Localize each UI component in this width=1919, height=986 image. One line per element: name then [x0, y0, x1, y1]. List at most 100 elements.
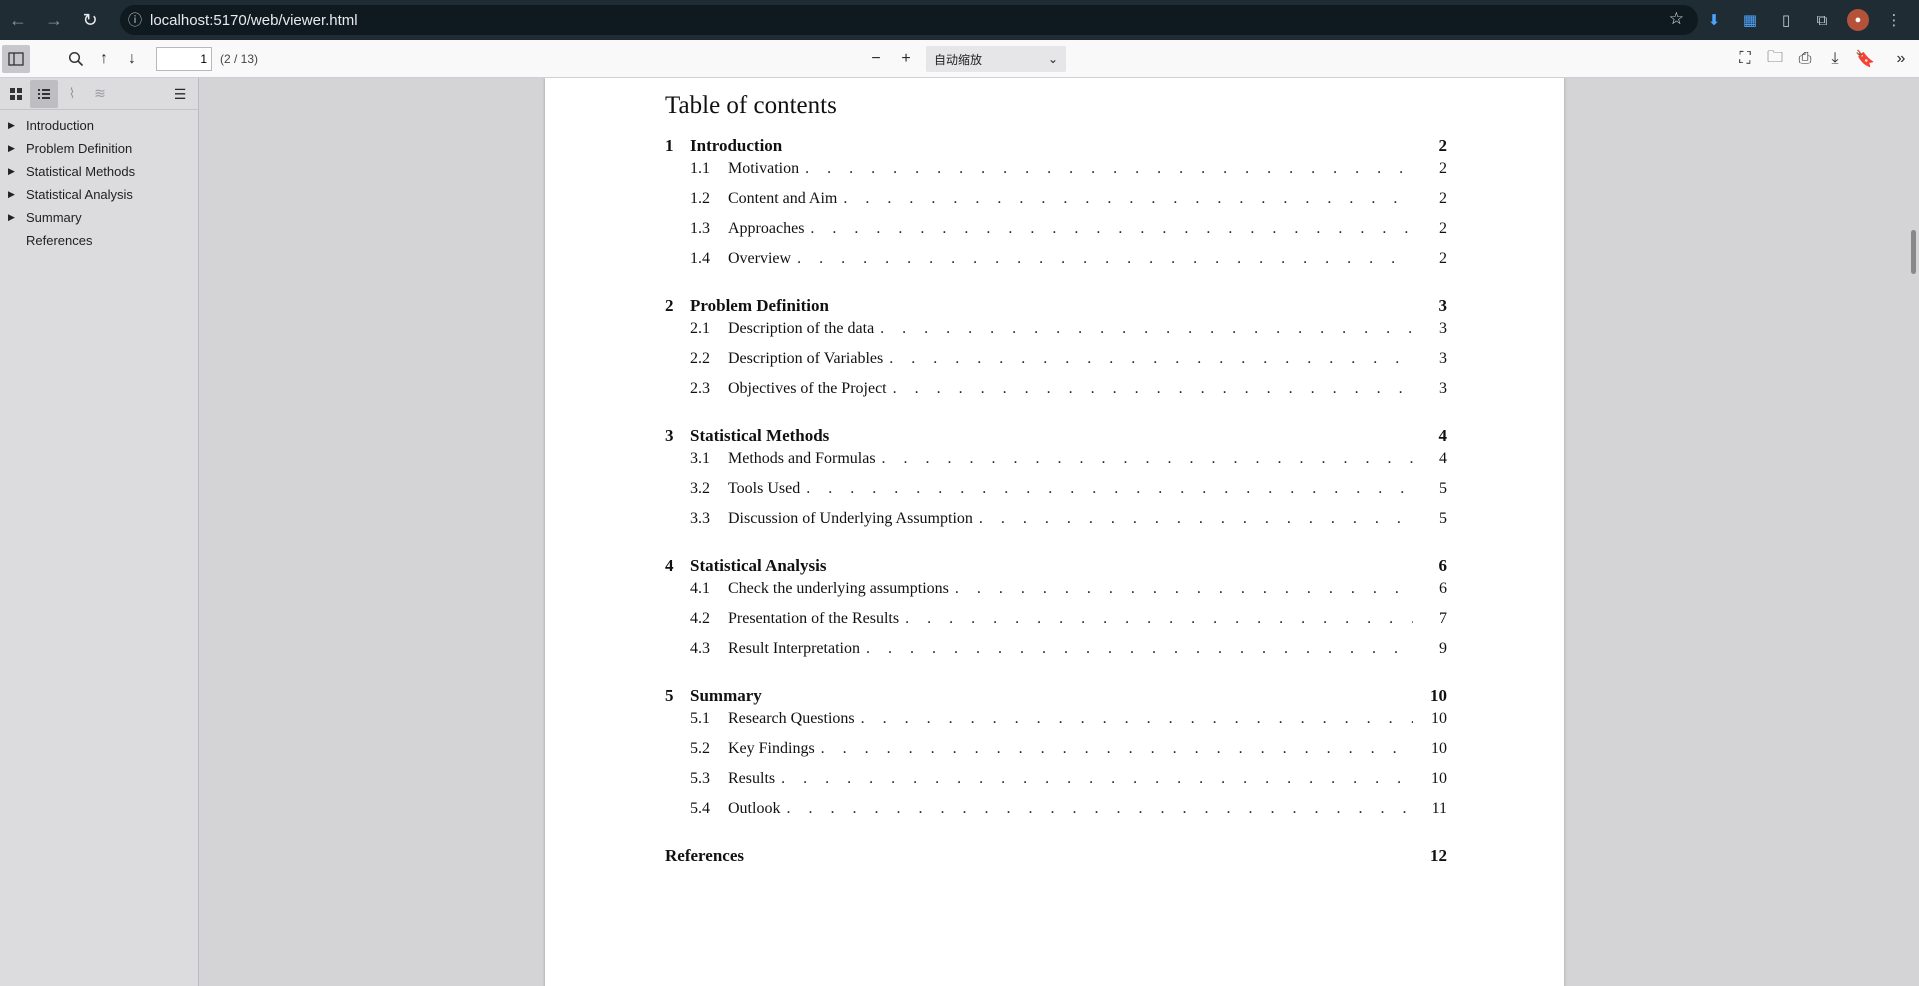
toc-subsection-title[interactable]: Approaches	[728, 220, 810, 238]
expand-triangle-icon[interactable]: ▶	[8, 166, 26, 177]
toc-section-number[interactable]: 1	[665, 136, 690, 156]
toc-section-number[interactable]: 5	[665, 686, 690, 706]
back-icon[interactable]: ←	[0, 2, 36, 38]
toc-subsection-number[interactable]: 5.2	[690, 740, 728, 758]
toc-subsection-page[interactable]: 3	[1413, 350, 1447, 368]
outline-item-statistical-methods[interactable]: ▶ Statistical Methods	[0, 160, 198, 183]
sidebar-toggle-icon[interactable]	[2, 44, 30, 73]
toc-subsection-page[interactable]: 7	[1413, 610, 1447, 628]
toc-section-row[interactable]: 4 Statistical Analysis 6	[665, 556, 1447, 580]
toc-subsection-title[interactable]: Result Interpretation	[728, 640, 866, 658]
toc-section-row[interactable]: 1 Introduction 2	[665, 136, 1447, 160]
toc-subsection-row[interactable]: 2.3Objectives of the Project 3	[665, 380, 1447, 410]
toc-section-title[interactable]: Problem Definition	[690, 296, 1407, 316]
toc-subsection-title[interactable]: Outlook	[728, 800, 786, 818]
viewer-scrollbar[interactable]	[1907, 78, 1919, 986]
search-icon[interactable]	[62, 45, 90, 73]
toc-subsection-title[interactable]: Research Questions	[728, 710, 861, 728]
toc-section-page[interactable]: 3	[1407, 296, 1448, 316]
toc-subsection-number[interactable]: 4.2	[690, 610, 728, 628]
toc-subsection-page[interactable]: 4	[1413, 450, 1447, 468]
toc-section-title[interactable]: Introduction	[690, 136, 1407, 156]
current-outline-item-icon[interactable]: ☰	[166, 80, 194, 108]
toc-section-page[interactable]: 10	[1407, 686, 1447, 706]
toc-subsection-row[interactable]: 3.1Methods and Formulas 4	[665, 450, 1447, 480]
toc-references-page[interactable]: 12	[1430, 846, 1447, 866]
browser-menu-icon[interactable]: ⋮	[1883, 9, 1905, 31]
toc-section-number[interactable]: 4	[665, 556, 690, 576]
profile-avatar[interactable]: ●	[1847, 9, 1869, 31]
toc-subsection-number[interactable]: 1.2	[690, 190, 728, 208]
toc-subsection-row[interactable]: 1.2Content and Aim 2	[665, 190, 1447, 220]
toc-subsection-title[interactable]: Key Findings	[728, 740, 821, 758]
toc-subsection-number[interactable]: 1.1	[690, 160, 728, 178]
toc-subsection-row[interactable]: 5.1Research Questions 10	[665, 710, 1447, 740]
apps-extension-icon[interactable]: ▦	[1739, 9, 1761, 31]
toc-subsection-number[interactable]: 3.1	[690, 450, 728, 468]
toc-subsection-number[interactable]: 5.3	[690, 770, 728, 788]
open-file-icon[interactable]: 🗀	[1761, 45, 1789, 73]
outline-item-label[interactable]: Introduction	[26, 118, 94, 133]
toc-section-title[interactable]: Statistical Methods	[690, 426, 1407, 446]
outline-item-references[interactable]: References	[0, 229, 198, 252]
toc-subsection-number[interactable]: 4.1	[690, 580, 728, 598]
toc-subsection-page[interactable]: 2	[1413, 190, 1447, 208]
toc-subsection-title[interactable]: Overview	[728, 250, 797, 268]
toc-subsection-title[interactable]: Content and Aim	[728, 190, 843, 208]
bookmark-extension-icon[interactable]: ▯	[1775, 9, 1797, 31]
document-viewer[interactable]: Table of contents 1 Introduction 2 1.1 Motiv…	[199, 78, 1907, 986]
toc-section-row[interactable]: 3 Statistical Methods 4	[665, 426, 1447, 450]
layers-view-icon[interactable]: ≋	[86, 80, 114, 108]
reload-icon[interactable]: ↻	[72, 2, 108, 38]
toc-subsection-row[interactable]: 4.3Result Interpretation 9	[665, 640, 1447, 670]
toc-subsection-row[interactable]: 1.1Motivation 2	[665, 160, 1447, 190]
bookmark-star-icon[interactable]: ☆	[1669, 9, 1684, 29]
toc-section-page[interactable]: 2	[1407, 136, 1448, 156]
toc-subsection-number[interactable]: 3.3	[690, 510, 728, 528]
toc-subsection-row[interactable]: 1.4Overview 2	[665, 250, 1447, 280]
toc-subsection-number[interactable]: 3.2	[690, 480, 728, 498]
outline-item-label[interactable]: References	[26, 233, 92, 248]
toc-subsection-row[interactable]: 3.3Discussion of Underlying Assumption 5	[665, 510, 1447, 540]
zoom-out-button[interactable]: −	[862, 45, 890, 73]
toc-subsection-number[interactable]: 2.1	[690, 320, 728, 338]
toc-section-title[interactable]: Summary	[690, 686, 1407, 706]
toc-subsection-page[interactable]: 10	[1413, 770, 1447, 788]
attachments-view-icon[interactable]: ⌇	[58, 80, 86, 108]
zoom-select[interactable]: 自动缩放 ⌄	[926, 46, 1066, 72]
previous-page-icon[interactable]: ↑	[90, 45, 118, 73]
toc-subsection-row[interactable]: 5.2Key Findings 10	[665, 740, 1447, 770]
toc-subsection-title[interactable]: Description of the data	[728, 320, 880, 338]
toc-section-page[interactable]: 4	[1407, 426, 1448, 446]
forward-icon[interactable]: →	[36, 2, 72, 38]
toc-section-page[interactable]: 6	[1407, 556, 1448, 576]
toc-subsection-row[interactable]: 4.1Check the underlying assumptions 6	[665, 580, 1447, 610]
outline-item-label[interactable]: Problem Definition	[26, 141, 132, 156]
expand-triangle-icon[interactable]: ▶	[8, 189, 26, 200]
page-number-input[interactable]	[156, 46, 212, 71]
toc-subsection-title[interactable]: Check the underlying assumptions	[728, 580, 955, 598]
toc-subsection-number[interactable]: 5.1	[690, 710, 728, 728]
url-text[interactable]: localhost:5170/web/viewer.html	[150, 12, 358, 29]
toc-subsection-page[interactable]: 3	[1413, 380, 1447, 398]
download-icon[interactable]: ⤓	[1821, 45, 1849, 73]
toc-section-title[interactable]: Statistical Analysis	[690, 556, 1407, 576]
toc-subsection-number[interactable]: 2.3	[690, 380, 728, 398]
toc-subsection-row[interactable]: 1.3Approaches 2	[665, 220, 1447, 250]
toc-section-number[interactable]: 2	[665, 296, 690, 316]
toc-subsection-page[interactable]: 9	[1413, 640, 1447, 658]
toc-section-row[interactable]: 2 Problem Definition 3	[665, 296, 1447, 320]
toc-subsection-page[interactable]: 2	[1413, 160, 1447, 178]
outline-item-introduction[interactable]: ▶ Introduction	[0, 114, 198, 137]
toc-subsection-title[interactable]: Tools Used	[728, 480, 806, 498]
toc-subsection-number[interactable]: 2.2	[690, 350, 728, 368]
toc-subsection-page[interactable]: 10	[1413, 710, 1447, 728]
outline-item-statistical-analysis[interactable]: ▶ Statistical Analysis	[0, 183, 198, 206]
toc-subsection-page[interactable]: 3	[1413, 320, 1447, 338]
toc-subsection-row[interactable]: 2.1Description of the data 3	[665, 320, 1447, 350]
toc-subsection-row[interactable]: 4.2Presentation of the Results 7	[665, 610, 1447, 640]
toc-subsection-title[interactable]: Description of Variables	[728, 350, 889, 368]
toc-subsection-page[interactable]: 6	[1413, 580, 1447, 598]
toc-subsection-row[interactable]: 5.3Results 10	[665, 770, 1447, 800]
extensions-puzzle-icon[interactable]: ⧉	[1811, 9, 1833, 31]
